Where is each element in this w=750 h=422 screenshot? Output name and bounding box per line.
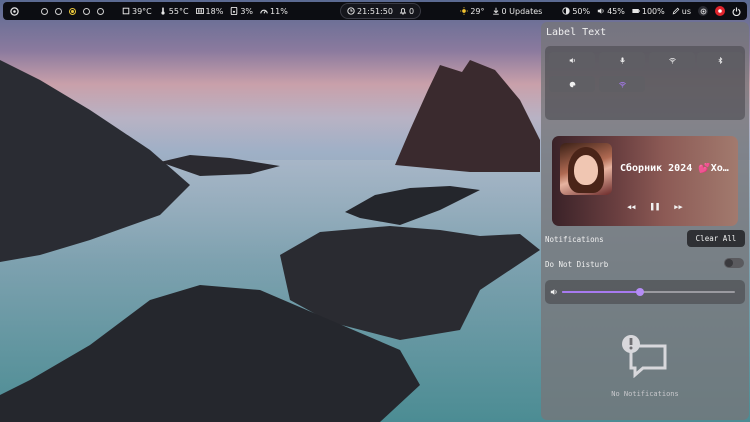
pause-button[interactable]: ❚❚	[649, 202, 660, 212]
cpu-temp-value: 39°C	[132, 6, 152, 16]
clock-icon	[347, 7, 355, 15]
memory-icon	[195, 8, 204, 14]
no-notifications-icon	[622, 335, 667, 378]
updates-count: 0 Updates	[501, 6, 543, 16]
clear-all-button[interactable]: Clear All	[687, 230, 745, 247]
palette-icon	[569, 81, 575, 87]
volume-slider-handle[interactable]	[635, 288, 644, 296]
panel-title: Label Text	[546, 27, 607, 38]
next-track-button[interactable]: ▶▶	[674, 203, 682, 211]
cpu-load: 11%	[260, 7, 288, 16]
gpu-temp: 55°C	[159, 7, 189, 16]
battery-value: 100%	[641, 6, 665, 16]
microphone-toggle[interactable]	[599, 52, 645, 68]
workspace-5[interactable]	[97, 7, 104, 15]
thermometer-icon	[161, 7, 165, 15]
do-not-disturb-toggle[interactable]	[724, 258, 744, 268]
volume-slider-box	[545, 280, 745, 304]
cpu-icon	[122, 7, 130, 15]
top-bar: 39°C 55°C 18% 3% 11% 21:51:50 0 29° 0 Up…	[3, 2, 747, 20]
workspace-4[interactable]	[83, 7, 90, 15]
wifi-toggle[interactable]	[649, 52, 695, 68]
brightness[interactable]: 50%	[562, 7, 590, 16]
download-icon	[492, 7, 499, 15]
speaker-icon	[569, 57, 575, 63]
weather[interactable]: 29°	[460, 6, 485, 16]
speaker-icon	[550, 289, 557, 295]
gauge-icon	[260, 9, 268, 14]
keyboard-layout-value: us	[681, 6, 691, 16]
workspace-1[interactable]	[41, 7, 48, 15]
record-icon[interactable]	[715, 6, 725, 16]
memory-usage: 18%	[195, 6, 224, 16]
workspace-3[interactable]	[69, 7, 76, 15]
pencil-icon	[672, 7, 680, 15]
quick-settings	[545, 46, 745, 120]
power-icon[interactable]	[732, 6, 741, 16]
memory-value: 18%	[205, 6, 224, 16]
brightness-value: 50%	[572, 6, 591, 16]
workspace-2[interactable]	[55, 7, 62, 15]
theme-toggle[interactable]	[549, 76, 595, 92]
media-player-card[interactable]: Сборник 2024 💕Хо… ◀◀ ❚❚ ▶▶	[552, 136, 738, 226]
wifi-purple-icon	[618, 81, 626, 88]
weather-temp: 29°	[470, 6, 485, 16]
disk-value: 3%	[240, 6, 254, 16]
media-controls: ◀◀ ❚❚ ▶▶	[627, 202, 683, 212]
audio-output-toggle[interactable]	[549, 52, 595, 68]
keyboard-layout[interactable]: us	[672, 7, 691, 16]
launcher-icon[interactable]	[10, 6, 19, 16]
updates[interactable]: 0 Updates	[492, 6, 543, 16]
cpu-load-value: 11%	[270, 6, 288, 16]
volume-value: 45%	[607, 6, 625, 16]
volume[interactable]: 45%	[597, 7, 625, 16]
clock-widget[interactable]: 21:51:50 0	[340, 3, 422, 19]
volume-slider[interactable]	[562, 288, 735, 296]
control-center-panel: Label Text Сборник 2024 💕Хо… ◀◀ ❚❚ ▶▶ No…	[541, 22, 749, 420]
bluetooth-icon	[718, 56, 722, 64]
disk-icon	[231, 7, 238, 15]
notification-count: 0	[408, 6, 415, 16]
cpu-temp: 39°C	[122, 7, 152, 16]
sun-icon	[460, 7, 469, 15]
media-title: Сборник 2024 💕Хо…	[620, 163, 729, 174]
no-notifications-text: No Notifications	[611, 390, 679, 398]
volume-slider-fill	[562, 291, 640, 293]
clock-time: 21:51:50	[357, 6, 393, 16]
do-not-disturb-label: Do Not Disturb	[545, 260, 609, 269]
clock: 21:51:50	[347, 7, 393, 16]
notifications-heading: Notifications	[545, 235, 604, 244]
disk-usage: 3%	[230, 7, 253, 16]
microphone-icon	[619, 56, 625, 64]
network-toggle[interactable]	[599, 76, 645, 92]
screenshot-icon[interactable]	[698, 6, 708, 16]
gpu-temp-value: 55°C	[168, 6, 189, 16]
bell-icon	[399, 8, 407, 15]
brightness-icon	[562, 7, 570, 15]
battery: 100%	[632, 7, 665, 16]
battery-icon	[632, 9, 640, 13]
album-art	[560, 143, 612, 195]
notification-indicator[interactable]: 0	[399, 7, 414, 16]
speaker-icon	[597, 8, 604, 14]
previous-track-button[interactable]: ◀◀	[627, 203, 635, 211]
bluetooth-toggle[interactable]	[697, 52, 743, 68]
wifi-icon	[668, 57, 676, 64]
